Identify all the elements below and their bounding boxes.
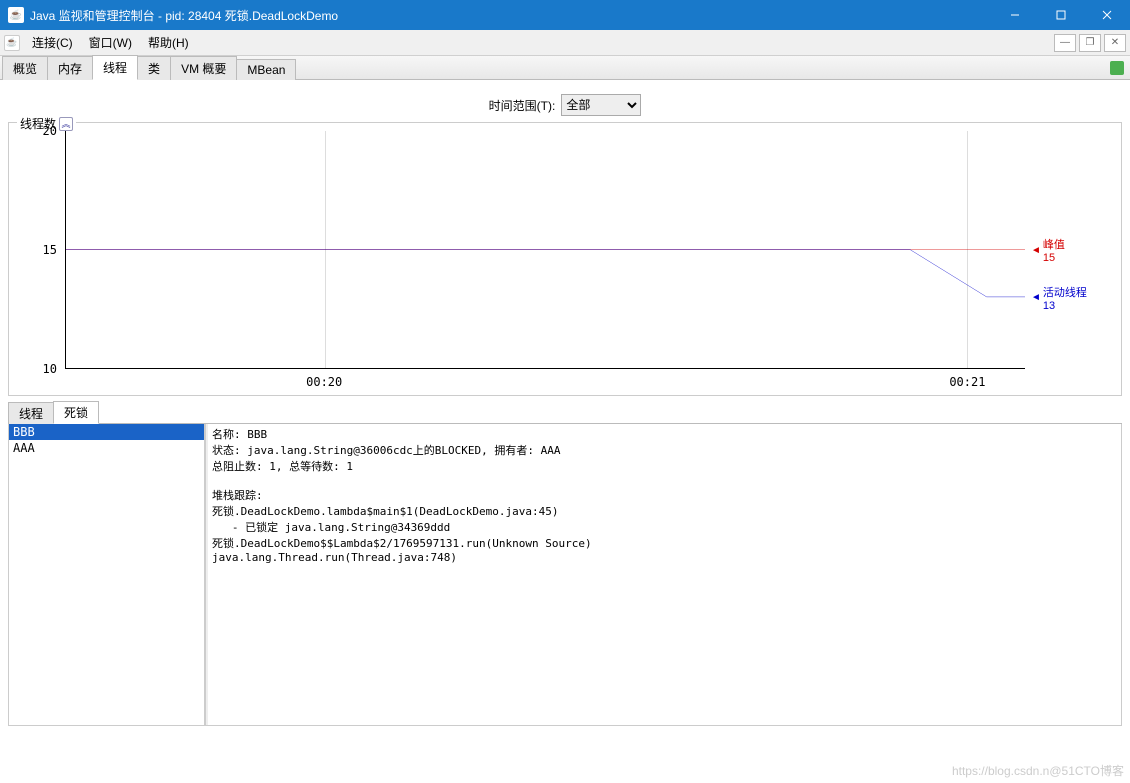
connection-status-icon (1110, 61, 1124, 75)
main-tabs: 概览 内存 线程 类 VM 概要 MBean (0, 56, 1130, 80)
x-tick: 00:20 (306, 375, 342, 389)
menu-help[interactable]: 帮助(H) (140, 32, 197, 53)
window-maximize-button[interactable] (1038, 0, 1084, 30)
deadlock-thread-list[interactable]: BBBAAA (9, 424, 206, 725)
menu-window[interactable]: 窗口(W) (81, 32, 140, 53)
chevron-up-icon[interactable]: ︽ (59, 117, 73, 131)
thread-count-chart-group: 线程数 ︽ 101520 ◄峰值15◄活动线程13 00:2000:21 (8, 122, 1122, 396)
thread-detail-pane: 名称: BBB 状态: java.lang.String@36006cdc上的B… (206, 424, 1121, 725)
window-close-button[interactable] (1084, 0, 1130, 30)
tab-classes[interactable]: 类 (137, 56, 171, 80)
watermark: https://blog.csdn.n@51CTO博客 (952, 762, 1124, 779)
tab-vm-summary[interactable]: VM 概要 (170, 56, 237, 80)
tab-threads[interactable]: 线程 (92, 55, 138, 80)
window-titlebar: ☕ Java 监视和管理控制台 - pid: 28404 死锁.DeadLock… (0, 0, 1130, 30)
java-icon: ☕ (4, 35, 20, 51)
time-range-select[interactable]: 全部 (561, 94, 641, 116)
thread-list-item[interactable]: BBB (9, 424, 204, 440)
series-label: ◄峰值15 (1031, 236, 1065, 264)
series-label: ◄活动线程13 (1031, 284, 1087, 312)
inner-close-button[interactable]: ✕ (1104, 34, 1126, 52)
y-tick: 20 (43, 124, 57, 138)
tab-memory[interactable]: 内存 (47, 56, 93, 80)
menu-connect[interactable]: 连接(C) (24, 32, 81, 53)
x-tick: 00:21 (949, 375, 985, 389)
inner-minimize-button[interactable]: — (1054, 34, 1076, 52)
time-range-label: 时间范围(T): (489, 97, 556, 114)
y-tick: 10 (43, 362, 57, 376)
y-tick: 15 (43, 243, 57, 257)
subtab-deadlock[interactable]: 死锁 (53, 401, 99, 424)
deadlock-panel: BBBAAA 名称: BBB 状态: java.lang.String@3600… (8, 424, 1122, 726)
tab-overview[interactable]: 概览 (2, 56, 48, 80)
subtab-threads[interactable]: 线程 (8, 402, 54, 424)
thread-list-item[interactable]: AAA (9, 440, 204, 456)
tab-mbean[interactable]: MBean (236, 59, 296, 80)
window-title: Java 监视和管理控制台 - pid: 28404 死锁.DeadLockDe… (30, 7, 992, 24)
menubar: ☕ 连接(C) 窗口(W) 帮助(H) — ❐ ✕ (0, 30, 1130, 56)
thread-count-chart: 101520 ◄峰值15◄活动线程13 00:2000:21 (13, 131, 1117, 391)
java-icon: ☕ (8, 7, 24, 23)
inner-restore-button[interactable]: ❐ (1079, 34, 1101, 52)
thread-subtabs: 线程 死锁 (8, 402, 1122, 424)
time-range-row: 时间范围(T): 全部 (6, 90, 1124, 120)
window-minimize-button[interactable] (992, 0, 1038, 30)
